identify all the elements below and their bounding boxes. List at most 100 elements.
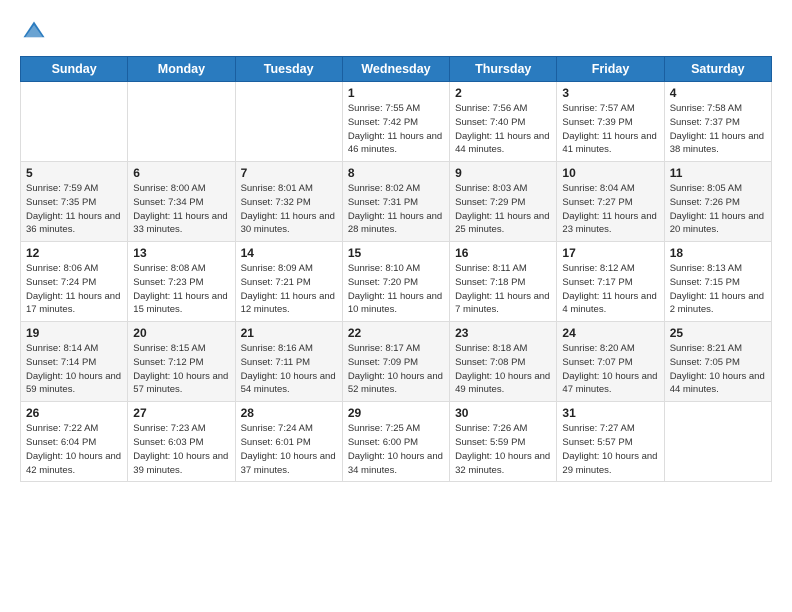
calendar-cell: 19 Sunrise: 8:14 AMSunset: 7:14 PMDayligh…: [21, 322, 128, 402]
day-info: Sunrise: 7:56 AMSunset: 7:40 PMDaylight:…: [455, 102, 551, 157]
calendar-cell: 28 Sunrise: 7:24 AMSunset: 6:01 PMDayligh…: [235, 402, 342, 482]
calendar-cell: [21, 82, 128, 162]
header: [20, 18, 772, 46]
day-info: Sunrise: 7:25 AMSunset: 6:00 PMDaylight:…: [348, 422, 444, 477]
day-number: 28: [241, 406, 337, 420]
calendar-cell: [235, 82, 342, 162]
calendar-cell: 12 Sunrise: 8:06 AMSunset: 7:24 PMDayligh…: [21, 242, 128, 322]
calendar-cell: 22Sunrise: 8:17 AMSunset: 7:09 PMDayligh…: [342, 322, 449, 402]
day-number: 19: [26, 326, 122, 340]
day-info: Sunrise: 8:04 AMSunset: 7:27 PMDaylight:…: [562, 182, 658, 237]
day-number: 23: [455, 326, 551, 340]
day-info: Sunrise: 8:21 AMSunset: 7:05 PMDaylight:…: [670, 342, 766, 397]
day-number: 29: [348, 406, 444, 420]
calendar-cell: 13 Sunrise: 8:08 AMSunset: 7:23 PMDayligh…: [128, 242, 235, 322]
day-number: 5: [26, 166, 122, 180]
day-info: Sunrise: 8:09 AMSunset: 7:21 PMDaylight:…: [241, 262, 337, 317]
day-info: Sunrise: 8:06 AMSunset: 7:24 PMDaylight:…: [26, 262, 122, 317]
calendar-week-row: 26 Sunrise: 7:22 AMSunset: 6:04 PMDayligh…: [21, 402, 772, 482]
day-info: Sunrise: 8:05 AMSunset: 7:26 PMDaylight:…: [670, 182, 766, 237]
day-number: 17: [562, 246, 658, 260]
calendar-cell: 10 Sunrise: 8:04 AMSunset: 7:27 PMDayligh…: [557, 162, 664, 242]
weekday-header-row: SundayMondayTuesdayWednesdayThursdayFrid…: [21, 57, 772, 82]
calendar-table: SundayMondayTuesdayWednesdayThursdayFrid…: [20, 56, 772, 482]
calendar-cell: 29 Sunrise: 7:25 AMSunset: 6:00 PMDayligh…: [342, 402, 449, 482]
day-number: 13: [133, 246, 229, 260]
day-info: Sunrise: 8:11 AMSunset: 7:18 PMDaylight:…: [455, 262, 551, 317]
calendar-week-row: 5 Sunrise: 7:59 AMSunset: 7:35 PMDaylight…: [21, 162, 772, 242]
calendar-cell: 9Sunrise: 8:03 AMSunset: 7:29 PMDaylight…: [450, 162, 557, 242]
logo: [20, 18, 52, 46]
weekday-header-sunday: Sunday: [21, 57, 128, 82]
day-info: Sunrise: 8:16 AMSunset: 7:11 PMDaylight:…: [241, 342, 337, 397]
day-info: Sunrise: 7:59 AMSunset: 7:35 PMDaylight:…: [26, 182, 122, 237]
day-number: 4: [670, 86, 766, 100]
day-number: 15: [348, 246, 444, 260]
day-number: 22: [348, 326, 444, 340]
day-number: 10: [562, 166, 658, 180]
calendar-cell: 4 Sunrise: 7:58 AMSunset: 7:37 PMDaylight…: [664, 82, 771, 162]
day-info: Sunrise: 7:24 AMSunset: 6:01 PMDaylight:…: [241, 422, 337, 477]
weekday-header-monday: Monday: [128, 57, 235, 82]
calendar-cell: 5 Sunrise: 7:59 AMSunset: 7:35 PMDaylight…: [21, 162, 128, 242]
day-number: 12: [26, 246, 122, 260]
calendar-cell: 3 Sunrise: 7:57 AMSunset: 7:39 PMDaylight…: [557, 82, 664, 162]
day-number: 26: [26, 406, 122, 420]
calendar-week-row: 1Sunrise: 7:55 AMSunset: 7:42 PMDaylight…: [21, 82, 772, 162]
day-info: Sunrise: 8:18 AMSunset: 7:08 PMDaylight:…: [455, 342, 551, 397]
day-info: Sunrise: 7:57 AMSunset: 7:39 PMDaylight:…: [562, 102, 658, 157]
day-info: Sunrise: 8:15 AMSunset: 7:12 PMDaylight:…: [133, 342, 229, 397]
calendar-cell: 20Sunrise: 8:15 AMSunset: 7:12 PMDayligh…: [128, 322, 235, 402]
day-number: 6: [133, 166, 229, 180]
weekday-header-wednesday: Wednesday: [342, 57, 449, 82]
day-number: 8: [348, 166, 444, 180]
calendar-cell: [664, 402, 771, 482]
day-number: 27: [133, 406, 229, 420]
calendar-cell: 30Sunrise: 7:26 AMSunset: 5:59 PMDayligh…: [450, 402, 557, 482]
day-info: Sunrise: 8:20 AMSunset: 7:07 PMDaylight:…: [562, 342, 658, 397]
day-number: 21: [241, 326, 337, 340]
day-number: 25: [670, 326, 766, 340]
calendar-cell: 16 Sunrise: 8:11 AMSunset: 7:18 PMDayligh…: [450, 242, 557, 322]
day-info: Sunrise: 7:22 AMSunset: 6:04 PMDaylight:…: [26, 422, 122, 477]
day-number: 30: [455, 406, 551, 420]
calendar-week-row: 12 Sunrise: 8:06 AMSunset: 7:24 PMDayligh…: [21, 242, 772, 322]
calendar-cell: 6 Sunrise: 8:00 AMSunset: 7:34 PMDaylight…: [128, 162, 235, 242]
weekday-header-saturday: Saturday: [664, 57, 771, 82]
calendar-week-row: 19 Sunrise: 8:14 AMSunset: 7:14 PMDayligh…: [21, 322, 772, 402]
calendar-cell: 1Sunrise: 7:55 AMSunset: 7:42 PMDaylight…: [342, 82, 449, 162]
day-info: Sunrise: 8:14 AMSunset: 7:14 PMDaylight:…: [26, 342, 122, 397]
day-info: Sunrise: 7:27 AMSunset: 5:57 PMDaylight:…: [562, 422, 658, 477]
day-number: 24: [562, 326, 658, 340]
calendar-cell: 15 Sunrise: 8:10 AMSunset: 7:20 PMDayligh…: [342, 242, 449, 322]
calendar-cell: 21 Sunrise: 8:16 AMSunset: 7:11 PMDayligh…: [235, 322, 342, 402]
day-info: Sunrise: 8:02 AMSunset: 7:31 PMDaylight:…: [348, 182, 444, 237]
day-number: 31: [562, 406, 658, 420]
calendar-cell: 8 Sunrise: 8:02 AMSunset: 7:31 PMDaylight…: [342, 162, 449, 242]
weekday-header-friday: Friday: [557, 57, 664, 82]
weekday-header-tuesday: Tuesday: [235, 57, 342, 82]
day-number: 3: [562, 86, 658, 100]
calendar-cell: 26 Sunrise: 7:22 AMSunset: 6:04 PMDayligh…: [21, 402, 128, 482]
weekday-header-thursday: Thursday: [450, 57, 557, 82]
day-number: 1: [348, 86, 444, 100]
calendar-cell: 31 Sunrise: 7:27 AMSunset: 5:57 PMDayligh…: [557, 402, 664, 482]
day-info: Sunrise: 7:58 AMSunset: 7:37 PMDaylight:…: [670, 102, 766, 157]
day-info: Sunrise: 8:10 AMSunset: 7:20 PMDaylight:…: [348, 262, 444, 317]
calendar-cell: 11 Sunrise: 8:05 AMSunset: 7:26 PMDayligh…: [664, 162, 771, 242]
day-info: Sunrise: 8:13 AMSunset: 7:15 PMDaylight:…: [670, 262, 766, 317]
day-number: 16: [455, 246, 551, 260]
calendar-cell: [128, 82, 235, 162]
day-info: Sunrise: 7:23 AMSunset: 6:03 PMDaylight:…: [133, 422, 229, 477]
day-info: Sunrise: 8:00 AMSunset: 7:34 PMDaylight:…: [133, 182, 229, 237]
calendar-cell: 24 Sunrise: 8:20 AMSunset: 7:07 PMDayligh…: [557, 322, 664, 402]
calendar-cell: 7Sunrise: 8:01 AMSunset: 7:32 PMDaylight…: [235, 162, 342, 242]
day-info: Sunrise: 8:08 AMSunset: 7:23 PMDaylight:…: [133, 262, 229, 317]
day-number: 9: [455, 166, 551, 180]
day-info: Sunrise: 8:12 AMSunset: 7:17 PMDaylight:…: [562, 262, 658, 317]
page: SundayMondayTuesdayWednesdayThursdayFrid…: [0, 0, 792, 612]
day-number: 14: [241, 246, 337, 260]
calendar-cell: 25 Sunrise: 8:21 AMSunset: 7:05 PMDayligh…: [664, 322, 771, 402]
day-number: 18: [670, 246, 766, 260]
day-number: 11: [670, 166, 766, 180]
